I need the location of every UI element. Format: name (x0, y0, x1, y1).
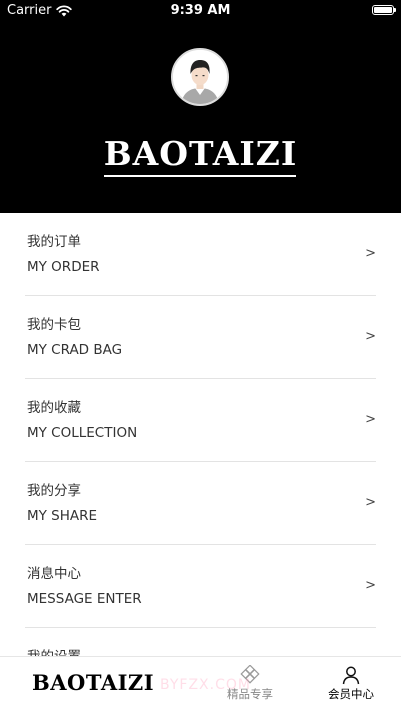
menu-item-subtitle: MY ORDER (27, 259, 100, 275)
status-time: 9:39 AM (170, 3, 231, 18)
diamond-grid-icon (240, 665, 260, 684)
bottom-tab-bar: BAOTAIZI 精品专享 会员中心 (0, 656, 401, 710)
tab-member-center[interactable]: 会员中心 (311, 657, 391, 711)
chevron-right-icon: > (365, 246, 376, 261)
avatar[interactable] (171, 48, 229, 106)
status-bar: Carrier 9:39 AM (0, 0, 401, 22)
menu-item-subtitle: MY SHARE (27, 508, 98, 524)
member-menu-list: 我的订单 MY ORDER > 我的卡包 MY CRAD BAG > 我的收藏 … (0, 213, 401, 658)
menu-item-my-settings[interactable]: 我的设置 (25, 628, 376, 658)
menu-item-subtitle: MESSAGE ENTER (27, 591, 142, 607)
chevron-right-icon: > (365, 329, 376, 344)
person-icon (342, 666, 360, 685)
menu-item-my-order[interactable]: 我的订单 MY ORDER > (25, 213, 376, 296)
chevron-right-icon: > (365, 495, 376, 510)
menu-item-my-collection[interactable]: 我的收藏 MY COLLECTION > (25, 379, 376, 462)
menu-item-title: 我的收藏 (27, 400, 81, 416)
brand-underline (104, 175, 296, 177)
menu-item-message-center[interactable]: 消息中心 MESSAGE ENTER > (25, 545, 376, 628)
tab-boutique-label: 精品专享 (227, 687, 273, 701)
battery-icon (372, 5, 396, 15)
tab-home[interactable]: BAOTAIZI (0, 657, 200, 711)
profile-header: Carrier 9:39 AM BAOTAIZI (0, 0, 401, 213)
menu-item-title: 消息中心 (27, 566, 81, 582)
menu-item-title: 我的订单 (27, 234, 81, 250)
menu-item-title: 我的卡包 (27, 317, 81, 333)
menu-item-my-card-bag[interactable]: 我的卡包 MY CRAD BAG > (25, 296, 376, 379)
brand-logo: BAOTAIZI (103, 134, 298, 173)
menu-item-my-share[interactable]: 我的分享 MY SHARE > (25, 462, 376, 545)
chevron-right-icon: > (365, 412, 376, 427)
menu-item-subtitle: MY CRAD BAG (27, 342, 123, 358)
tab-home-logo: BAOTAIZI (32, 670, 155, 695)
tab-boutique[interactable]: 精品专享 (210, 657, 290, 711)
tab-member-label: 会员中心 (328, 687, 374, 701)
menu-item-subtitle: MY COLLECTION (27, 425, 138, 441)
menu-item-title: 我的分享 (27, 483, 81, 499)
avatar-icon (173, 50, 227, 104)
chevron-right-icon: > (365, 578, 376, 593)
